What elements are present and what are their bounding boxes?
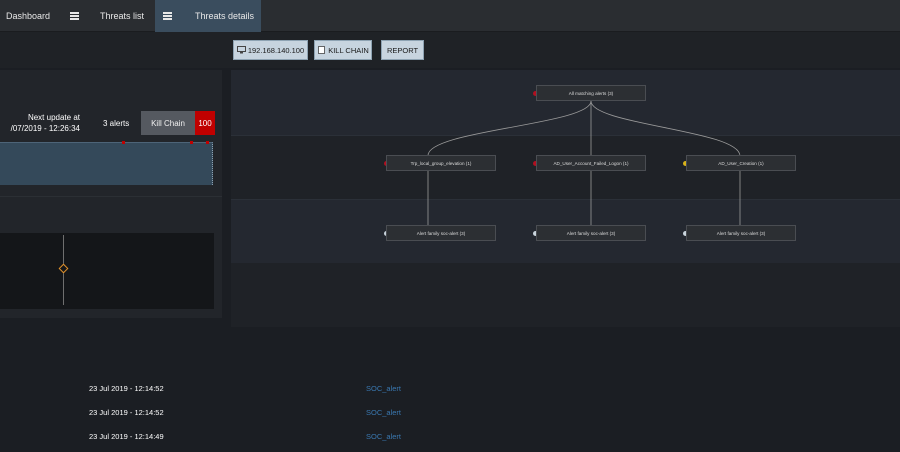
graph-node-user-creation[interactable]: AD_User_Creation (1) <box>686 155 796 171</box>
tab-dashboard[interactable]: Dashboard <box>6 0 56 32</box>
list-icon <box>163 12 172 20</box>
kill-chain-button-label: KILL CHAIN <box>328 45 369 55</box>
timeline-tick <box>190 141 193 144</box>
alert-date: 23 Jul 2019 - 12:14:52 <box>89 408 164 417</box>
report-button-label: REPORT <box>386 45 419 55</box>
tab-threats-details-label: Threats details <box>195 11 255 21</box>
kill-chain-score: 100 <box>195 111 215 135</box>
next-update-text: Next update at /07/2019 - 12:26:34 <box>0 112 80 134</box>
alert-type-link[interactable]: SOC_alert <box>366 432 401 441</box>
alerts-count: 3 alerts <box>103 119 130 128</box>
kill-chain-badge[interactable]: Kill Chain <box>141 111 195 135</box>
timeline-tick <box>206 141 209 144</box>
next-update-time: /07/2019 - 12:26:34 <box>10 124 80 133</box>
kill-chain-button[interactable]: KILL CHAIN <box>314 40 372 60</box>
graph-node-family-1[interactable]: Alert family soc-alert (3) <box>386 225 496 241</box>
graph-node-failed-logon[interactable]: AD_User_Account_Failed_Logon (1) <box>536 155 646 171</box>
graph-node-local-group-elevation[interactable]: Trp_local_group_elevation (1) <box>386 155 496 171</box>
toolbar <box>0 32 900 68</box>
graph-edges <box>427 100 741 226</box>
tab-threats-details[interactable]: Threats details <box>155 0 261 32</box>
tab-threats-list-label: Threats list <box>100 11 145 21</box>
mini-chart <box>0 233 214 309</box>
alert-type-link[interactable]: SOC_alert <box>366 384 401 393</box>
alert-date: 23 Jul 2019 - 12:14:49 <box>89 432 164 441</box>
chart-marker[interactable] <box>58 263 69 274</box>
graph-node-family-3[interactable]: Alert family soc-alert (3) <box>686 225 796 241</box>
document-icon <box>318 46 326 54</box>
monitor-icon <box>236 46 246 54</box>
top-navigation: Dashboard Threats list Threats details <box>0 0 900 32</box>
ip-address-label: 192.168.140.100 <box>247 45 305 55</box>
timeline-tick <box>122 141 125 144</box>
alert-date: 23 Jul 2019 - 12:14:52 <box>89 384 164 393</box>
report-button[interactable]: REPORT <box>381 40 424 60</box>
divider <box>0 196 222 197</box>
alert-type-link[interactable]: SOC_alert <box>366 408 401 417</box>
tab-threats-list[interactable]: Threats list <box>100 0 150 32</box>
list-icon[interactable] <box>70 12 79 20</box>
next-update-label: Next update at <box>27 113 80 122</box>
edge-root-left <box>427 100 592 157</box>
graph-node-root[interactable]: All matching alerts (3) <box>536 85 646 101</box>
timeline-bar[interactable] <box>0 141 213 185</box>
graph-node-family-2[interactable]: Alert family soc-alert (3) <box>536 225 646 241</box>
ip-address-button[interactable]: 192.168.140.100 <box>233 40 308 60</box>
tab-dashboard-label: Dashboard <box>6 11 51 21</box>
edge-root-right <box>590 100 741 157</box>
